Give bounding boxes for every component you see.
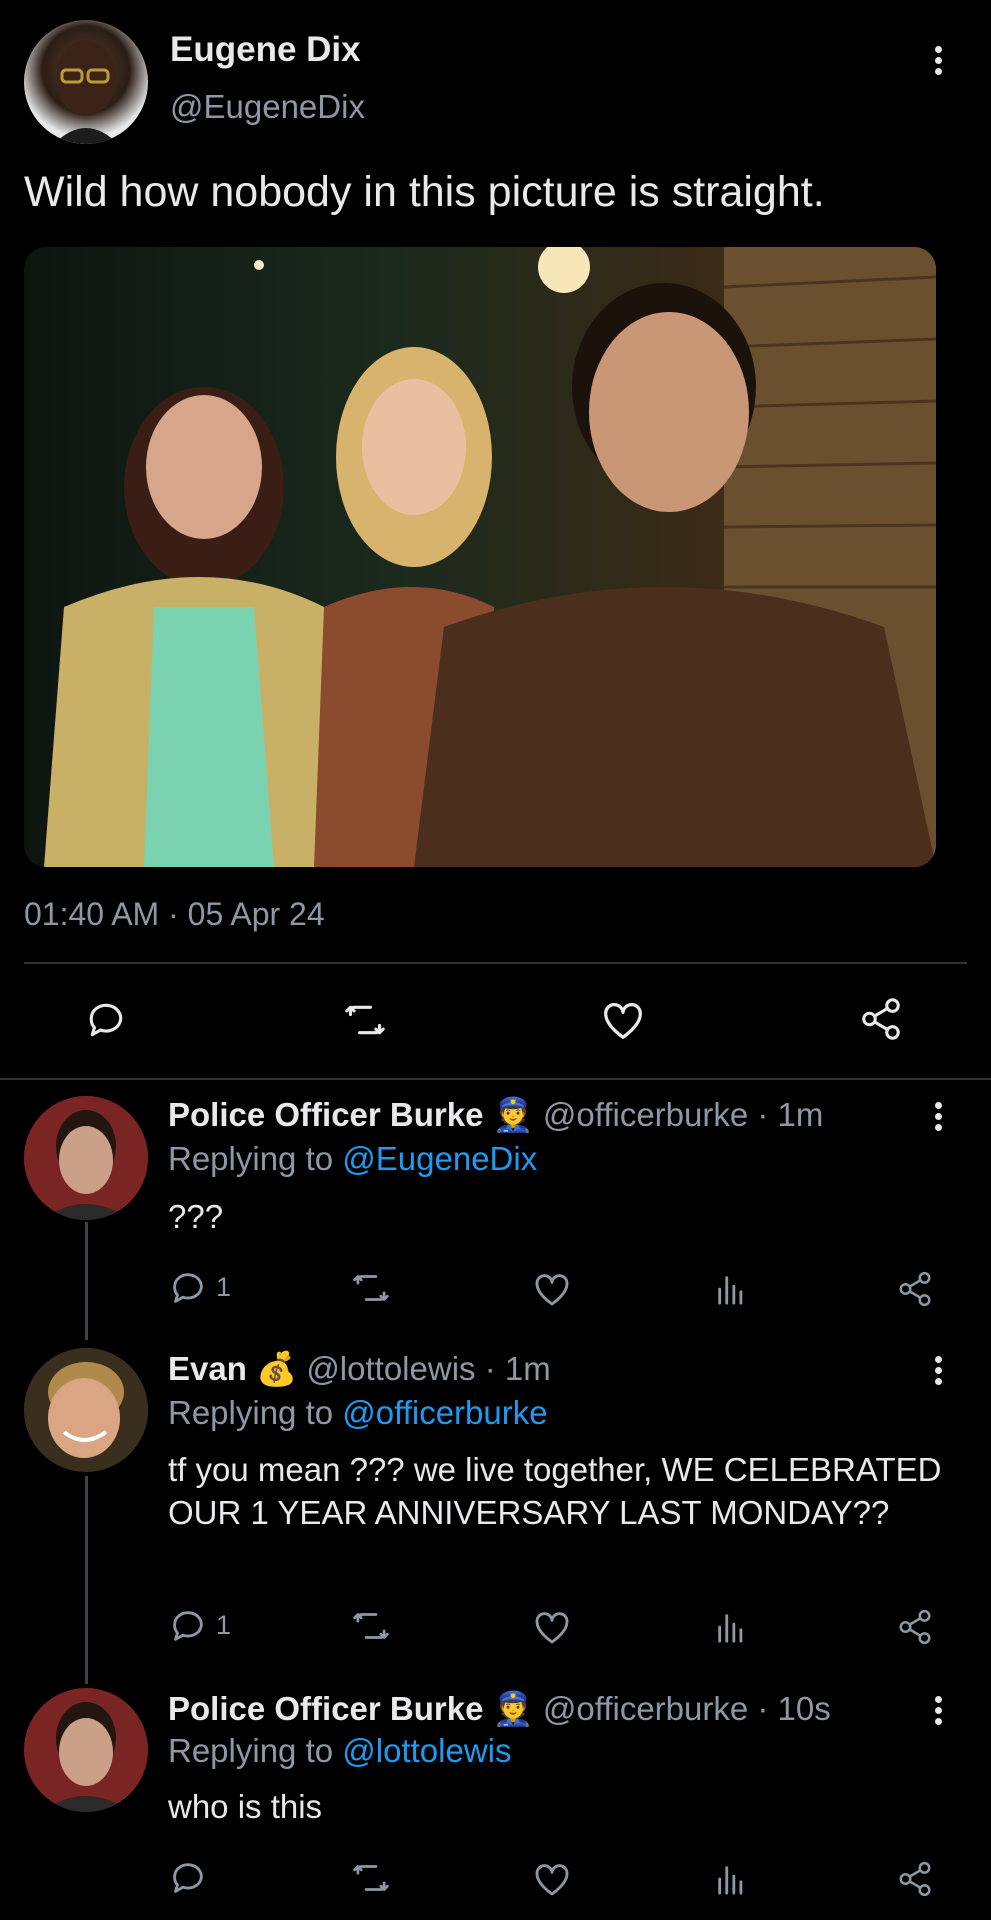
more-options-icon[interactable] bbox=[935, 1696, 943, 1729]
retweet-icon[interactable] bbox=[350, 1270, 392, 1306]
reply-icon[interactable] bbox=[168, 1268, 208, 1308]
views-icon[interactable] bbox=[714, 1610, 748, 1644]
thread-line bbox=[85, 1222, 88, 1340]
reply-author-name[interactable]: Police Officer Burke bbox=[168, 1690, 483, 1727]
divider bbox=[24, 962, 967, 964]
reply-author-name[interactable]: Evan bbox=[168, 1350, 247, 1387]
replying-to-link[interactable]: @lottolewis bbox=[342, 1732, 511, 1769]
replying-to-link[interactable]: @officerburke bbox=[342, 1394, 547, 1431]
police-officer-emoji-icon: 👮 bbox=[492, 1096, 534, 1133]
retweet-icon[interactable] bbox=[350, 1608, 392, 1644]
reply-avatar[interactable] bbox=[24, 1096, 148, 1220]
reply-action-bar bbox=[168, 1858, 948, 1902]
tweet-text: Wild how nobody in this picture is strai… bbox=[24, 168, 825, 216]
author-avatar[interactable] bbox=[24, 20, 148, 144]
share-icon[interactable] bbox=[896, 1608, 934, 1646]
replying-to-label: Replying to bbox=[168, 1394, 334, 1431]
money-bag-emoji-icon: 💰 bbox=[256, 1350, 298, 1387]
more-options-icon[interactable] bbox=[935, 1356, 943, 1389]
reply-handle-time[interactable]: @officerburke · 10s bbox=[543, 1690, 831, 1727]
replying-to-link[interactable]: @EugeneDix bbox=[342, 1140, 537, 1177]
reply-count: 1 bbox=[216, 1272, 232, 1302]
reply-handle-time[interactable]: @lottolewis · 1m bbox=[306, 1350, 550, 1387]
reply-avatar[interactable] bbox=[24, 1688, 148, 1812]
like-icon[interactable] bbox=[532, 1270, 572, 1308]
reply-author-name[interactable]: Police Officer Burke bbox=[168, 1096, 483, 1133]
replying-to-label: Replying to bbox=[168, 1140, 334, 1177]
replying-to: Replying to @officerburke bbox=[168, 1394, 548, 1432]
author-name[interactable]: Eugene Dix bbox=[170, 30, 361, 70]
retweet-icon[interactable] bbox=[342, 1000, 388, 1040]
author-handle[interactable]: @EugeneDix bbox=[170, 88, 365, 126]
like-icon[interactable] bbox=[532, 1608, 572, 1646]
tweet-photo[interactable] bbox=[24, 247, 936, 867]
replying-to: Replying to @EugeneDix bbox=[168, 1140, 537, 1178]
replying-to-label: Replying to bbox=[168, 1732, 334, 1769]
reply-action-bar: 1 bbox=[168, 1268, 948, 1312]
reply-header: Police Officer Burke 👮 @officerburke · 1… bbox=[168, 1096, 823, 1135]
reply-icon[interactable] bbox=[168, 1858, 208, 1898]
retweet-icon[interactable] bbox=[350, 1860, 392, 1896]
reply-handle-time[interactable]: @officerburke · 1m bbox=[543, 1096, 823, 1133]
reply-text: tf you mean ??? we live together, WE CEL… bbox=[168, 1451, 942, 1531]
share-icon[interactable] bbox=[896, 1270, 934, 1308]
reply-action-bar: 1 bbox=[168, 1606, 948, 1650]
thread-line bbox=[85, 1476, 88, 1684]
share-icon[interactable] bbox=[896, 1860, 934, 1898]
reply-icon[interactable] bbox=[84, 998, 128, 1042]
reply-count: 1 bbox=[216, 1610, 232, 1640]
like-icon[interactable] bbox=[600, 998, 646, 1042]
views-icon[interactable] bbox=[714, 1862, 748, 1896]
reply-text: ??? bbox=[168, 1198, 224, 1235]
more-options-icon[interactable] bbox=[935, 46, 943, 79]
more-options-icon[interactable] bbox=[935, 1102, 943, 1135]
tweet-timestamp: 01:40 AM · 05 Apr 24 bbox=[24, 896, 325, 932]
section-divider bbox=[0, 1078, 991, 1080]
reply-avatar[interactable] bbox=[24, 1348, 148, 1472]
police-officer-emoji-icon: 👮 bbox=[492, 1690, 534, 1727]
like-icon[interactable] bbox=[532, 1860, 572, 1898]
views-icon[interactable] bbox=[714, 1272, 748, 1306]
reply-icon[interactable] bbox=[168, 1606, 208, 1646]
reply-header: Police Officer Burke 👮 @officerburke · 1… bbox=[168, 1690, 831, 1729]
reply-text: who is this bbox=[168, 1788, 323, 1825]
replying-to: Replying to @lottolewis bbox=[168, 1732, 512, 1770]
share-icon[interactable] bbox=[858, 996, 904, 1042]
reply-header: Evan 💰 @lottolewis · 1m bbox=[168, 1350, 551, 1389]
